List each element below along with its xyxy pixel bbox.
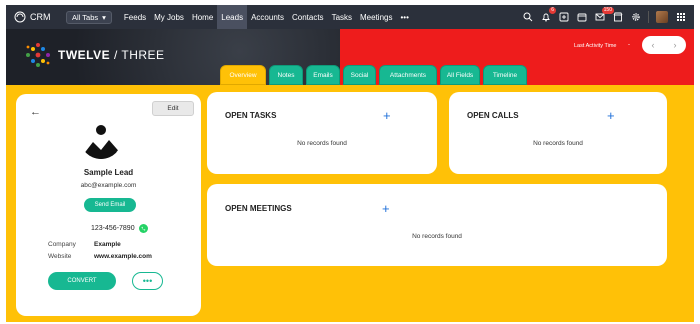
lead-email[interactable]: abc@example.com <box>16 182 201 189</box>
meetings-empty-message: No records found <box>412 233 462 240</box>
add-task-plus-icon[interactable]: + <box>383 109 391 122</box>
open-meetings-panel: OPEN MEETINGS + No records found <box>207 184 667 266</box>
add-record-icon[interactable] <box>558 12 569 23</box>
nav-leads[interactable]: Leads <box>217 5 248 29</box>
send-email-button[interactable]: Send Email <box>84 198 136 212</box>
previous-record-icon[interactable]: ‹ <box>652 40 655 50</box>
lead-avatar <box>79 116 123 160</box>
company-value: Example <box>94 241 121 248</box>
top-navigation-bar: CRM All Tabs ▾ Feeds My Jobs Home Leads … <box>6 5 694 29</box>
crm-logo-icon <box>14 11 26 23</box>
all-tabs-label: All Tabs <box>72 12 99 22</box>
add-meeting-plus-icon[interactable]: + <box>382 202 390 215</box>
lead-name: Sample Lead <box>83 168 134 177</box>
bell-icon[interactable]: 6 <box>540 6 556 23</box>
next-record-icon[interactable]: › <box>674 40 677 50</box>
whatsapp-icon[interactable] <box>138 224 148 233</box>
nav-feeds[interactable]: Feeds <box>120 5 150 29</box>
record-tabs: Overview Notes Emails Social Attachments… <box>220 65 527 85</box>
record-navigation-pill: ‹ › <box>642 36 686 54</box>
phone-number[interactable]: 123-456-7890 <box>91 225 135 232</box>
tab-emails[interactable]: Emails <box>306 65 340 85</box>
last-activity-label: Last Activity Time <box>574 43 617 49</box>
lead-profile-card: ← Edit Sample Lead abc@example.com Send … <box>16 94 201 316</box>
open-meetings-title: OPEN MEETINGS <box>225 204 292 213</box>
edit-button[interactable]: Edit <box>152 101 194 116</box>
gear-icon[interactable] <box>630 12 641 23</box>
crm-logo[interactable]: CRM <box>14 11 64 23</box>
calls-empty-message: No records found <box>533 140 583 147</box>
brand-logo: TWELVE / THREE <box>24 41 165 69</box>
website-value[interactable]: www.example.com <box>94 253 152 260</box>
brand-dots-icon <box>24 41 52 69</box>
tasks-empty-message: No records found <box>297 140 347 147</box>
tab-attachments[interactable]: Attachments <box>379 65 437 85</box>
nav-my-jobs[interactable]: My Jobs <box>150 5 188 29</box>
open-calls-panel: OPEN CALLS + No records found <box>449 92 667 174</box>
notification-badge: 6 <box>549 6 556 14</box>
brand-name: TWELVE / THREE <box>58 48 165 62</box>
phone-row: 123-456-7890 <box>91 224 148 233</box>
open-tasks-panel: OPEN TASKS + No records found <box>207 92 437 174</box>
more-actions-button[interactable]: ••• <box>132 272 163 290</box>
calendar-icon[interactable] <box>576 12 587 23</box>
last-activity-value: - <box>628 42 630 48</box>
open-tasks-title: OPEN TASKS <box>225 111 277 120</box>
tab-notes[interactable]: Notes <box>269 65 303 85</box>
nav-contacts[interactable]: Contacts <box>288 5 328 29</box>
add-call-plus-icon[interactable]: + <box>607 109 615 122</box>
main-content: ← Edit Sample Lead abc@example.com Send … <box>6 85 694 322</box>
company-field: Company Example <box>48 241 121 248</box>
nav-accounts[interactable]: Accounts <box>247 5 288 29</box>
tab-all-fields[interactable]: All Fields <box>440 65 480 85</box>
nav-meetings[interactable]: Meetings <box>356 5 396 29</box>
company-label: Company <box>48 241 76 248</box>
website-label: Website <box>48 253 72 260</box>
user-avatar[interactable] <box>656 11 668 23</box>
back-arrow-icon[interactable]: ← <box>30 106 41 118</box>
image-placeholder-icon <box>80 117 122 159</box>
tab-social[interactable]: Social <box>343 65 376 85</box>
nav-divider <box>648 11 649 23</box>
tab-timeline[interactable]: Timeline <box>483 65 527 85</box>
nav-home[interactable]: Home <box>188 5 217 29</box>
convert-button[interactable]: CONVERT <box>48 272 116 290</box>
marketplace-icon[interactable] <box>612 12 623 23</box>
all-tabs-dropdown[interactable]: All Tabs ▾ <box>66 10 112 24</box>
chevron-down-icon: ▾ <box>102 12 106 22</box>
mail-icon[interactable]: 150 <box>594 6 614 23</box>
app-name: CRM <box>30 12 51 22</box>
search-icon[interactable] <box>522 12 533 23</box>
open-calls-title: OPEN CALLS <box>467 111 519 120</box>
tab-overview[interactable]: Overview <box>220 65 266 85</box>
website-field: Website www.example.com <box>48 253 152 260</box>
nav-more-button[interactable]: ••• <box>396 5 412 29</box>
nav-tasks[interactable]: Tasks <box>328 5 356 29</box>
apps-grid-icon[interactable] <box>675 12 686 23</box>
